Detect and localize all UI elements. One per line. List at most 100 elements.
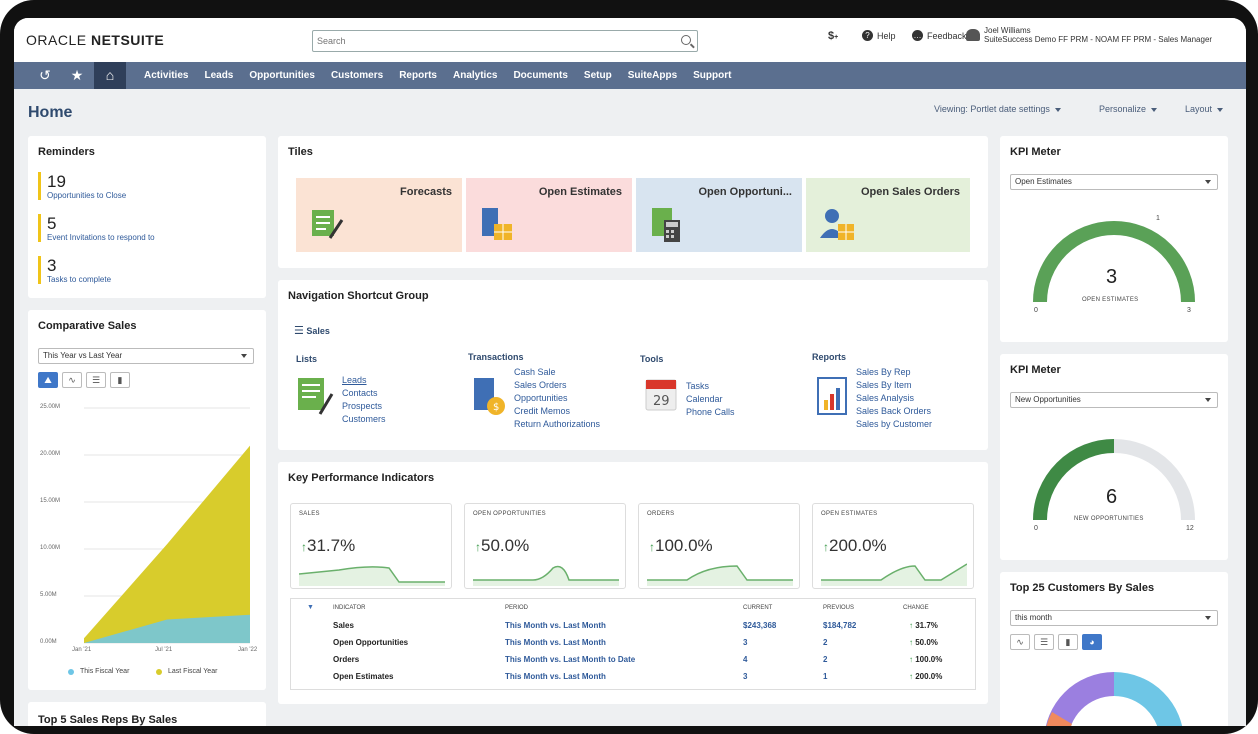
link-phone-calls[interactable]: Phone Calls <box>686 406 735 419</box>
kpi-period[interactable]: This Month vs. Last Month <box>505 621 606 630</box>
home-icon[interactable]: ⌂ <box>94 62 126 89</box>
nav-suiteapps[interactable]: SuiteApps <box>620 62 685 89</box>
shortcuts-star-icon[interactable]: ★ <box>62 62 92 89</box>
sparkline-sales <box>299 566 445 586</box>
area-series-last-fiscal-year[interactable] <box>84 445 250 643</box>
kpi-current[interactable]: 3 <box>743 672 747 681</box>
reports-heading: Reports <box>812 352 847 362</box>
kpi-indicator: Open Estimates <box>333 672 394 681</box>
kpi-previous[interactable]: 1 <box>823 672 827 681</box>
reminder-item[interactable]: 5 Event Invitations to respond to <box>38 214 155 242</box>
link-calendar[interactable]: Calendar <box>686 393 735 406</box>
tile-forecasts[interactable]: Forecasts <box>296 178 462 252</box>
link-sales-analysis[interactable]: Sales Analysis <box>856 392 932 405</box>
estimate-document-icon <box>482 208 512 240</box>
tiles-portlet: Tiles Forecasts Open Estimates Open Oppo… <box>278 136 988 268</box>
viewing-settings-dropdown[interactable]: Viewing: Portlet date settings <box>934 104 1061 114</box>
link-cash-sale[interactable]: Cash Sale <box>514 366 600 379</box>
personalize-dropdown[interactable]: Personalize <box>1099 104 1158 114</box>
link-sales-by-item[interactable]: Sales By Item <box>856 379 932 392</box>
kpi-current[interactable]: 4 <box>743 655 747 664</box>
legend-swatch <box>68 668 74 675</box>
forecast-document-icon <box>312 210 344 239</box>
collapse-chevron-icon[interactable]: ▼ <box>307 604 314 611</box>
reminder-label: Opportunities to Close <box>47 191 127 200</box>
recent-records-icon[interactable]: ↺ <box>30 62 60 89</box>
link-customers[interactable]: Customers <box>342 413 386 426</box>
search-icon[interactable] <box>681 35 691 45</box>
top-sales-reps-title: Top 5 Sales Reps By Sales <box>38 714 178 726</box>
nav-setup[interactable]: Setup <box>576 62 620 89</box>
chevron-down-icon <box>1217 107 1224 112</box>
kpi-card-sales[interactable]: SALES ↑31.7% <box>290 503 452 589</box>
help-button[interactable]: ? Help <box>862 30 896 41</box>
link-contacts[interactable]: Contacts <box>342 387 386 400</box>
link-return-authorizations[interactable]: Return Authorizations <box>514 418 600 431</box>
kpi-card-open-estimates[interactable]: OPEN ESTIMATES ↑200.0% <box>812 503 974 589</box>
kpi-previous[interactable]: 2 <box>823 655 827 664</box>
kpi-change: ↑ 31.7% <box>909 621 938 630</box>
link-sales-orders[interactable]: Sales Orders <box>514 379 600 392</box>
link-leads[interactable]: Leads <box>342 374 386 387</box>
link-credit-memos[interactable]: Credit Memos <box>514 405 600 418</box>
link-tasks[interactable]: Tasks <box>686 380 735 393</box>
kpi-card-value-text: 50.0% <box>481 536 530 555</box>
feedback-icon: … <box>912 30 923 41</box>
nav-leads[interactable]: Leads <box>196 62 241 89</box>
kpi-period[interactable]: This Month vs. Last Month to Date <box>505 655 635 664</box>
report-chart-icon <box>817 377 847 415</box>
nav-support[interactable]: Support <box>685 62 739 89</box>
kpi-meter-portlet-1: KPI Meter Open Estimates 3 OPEN ESTIMATE… <box>1000 136 1228 342</box>
user-menu[interactable]: Joel Williams SuiteSuccess Demo FF PRM -… <box>966 26 1212 44</box>
tile-open-estimates[interactable]: Open Estimates <box>466 178 632 252</box>
tiles-title: Tiles <box>288 146 313 158</box>
kpi-current[interactable]: $243,368 <box>743 621 776 630</box>
search-input[interactable] <box>313 31 663 51</box>
nav-activities[interactable]: Activities <box>136 62 196 89</box>
kpi-period[interactable]: This Month vs. Last Month <box>505 638 606 647</box>
nav-opportunities[interactable]: Opportunities <box>241 62 323 89</box>
create-new-button[interactable]: $+ <box>828 30 838 42</box>
kpi-period[interactable]: This Month vs. Last Month <box>505 672 606 681</box>
nav-documents[interactable]: Documents <box>505 62 575 89</box>
reminder-item[interactable]: 19 Opportunities to Close <box>38 172 126 200</box>
kpi-table-header: INDICATOR <box>333 605 366 611</box>
nav-reports[interactable]: Reports <box>391 62 445 89</box>
kpi-table-header: CURRENT <box>743 605 773 611</box>
reminders-portlet: Reminders 19 Opportunities to Close 5 Ev… <box>28 136 266 298</box>
tile-open-sales-orders[interactable]: Open Sales Orders <box>806 178 970 252</box>
comparative-sales-portlet: Comparative Sales This Year vs Last Year… <box>28 310 266 690</box>
chevron-down-icon <box>1151 107 1158 112</box>
help-icon: ? <box>862 30 873 41</box>
legend-this-fiscal-year[interactable]: This Fiscal Year <box>68 668 129 675</box>
layout-dropdown[interactable]: Layout <box>1185 104 1224 114</box>
legend-swatch <box>156 668 162 675</box>
link-opportunities[interactable]: Opportunities <box>514 392 600 405</box>
top-sales-reps-portlet: Top 5 Sales Reps By Sales <box>28 702 266 726</box>
kpi-current[interactable]: 3 <box>743 638 747 647</box>
nav-menu: Activities Leads Opportunities Customers… <box>136 62 739 89</box>
reminder-label: Event Invitations to respond to <box>47 233 155 242</box>
gauge-fill <box>1033 439 1115 521</box>
nav-analytics[interactable]: Analytics <box>445 62 505 89</box>
sales-group-label: Sales <box>306 326 330 336</box>
kpi-previous[interactable]: $184,782 <box>823 621 856 630</box>
link-prospects[interactable]: Prospects <box>342 400 386 413</box>
nav-customers[interactable]: Customers <box>323 62 391 89</box>
feedback-button[interactable]: … Feedback <box>912 30 967 41</box>
sales-group-header[interactable]: ☰ Sales <box>294 324 330 337</box>
link-sales-by-customer[interactable]: Sales by Customer <box>856 418 932 431</box>
kpi-card-open-opportunities[interactable]: OPEN OPPORTUNITIES ↑50.0% <box>464 503 626 589</box>
help-label: Help <box>877 30 896 41</box>
link-sales-by-rep[interactable]: Sales By Rep <box>856 366 932 379</box>
reminder-count: 19 <box>47 172 66 191</box>
kpi-card-orders[interactable]: ORDERS ↑100.0% <box>638 503 800 589</box>
customer-box-icon <box>820 209 854 240</box>
kpi-indicator: Open Opportunities <box>333 638 409 647</box>
reminder-item[interactable]: 3 Tasks to complete <box>38 256 111 284</box>
legend-last-fiscal-year[interactable]: Last Fiscal Year <box>156 668 217 675</box>
netsuite-logo[interactable]: ORACLE NETSUITE <box>26 32 164 48</box>
kpi-previous[interactable]: 2 <box>823 638 827 647</box>
tile-open-opportunities[interactable]: Open Opportuni... <box>636 178 802 252</box>
link-sales-back-orders[interactable]: Sales Back Orders <box>856 405 932 418</box>
